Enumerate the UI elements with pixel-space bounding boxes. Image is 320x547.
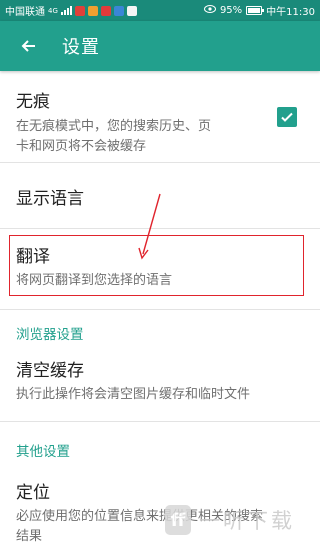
section-header-browser: 浏览器设置 bbox=[16, 327, 84, 343]
network-type: 4G bbox=[48, 6, 58, 15]
battery-icon bbox=[246, 6, 265, 15]
battery-percent: 95% bbox=[219, 5, 243, 16]
setting-title: 无痕 bbox=[16, 92, 50, 112]
setting-incognito[interactable]: 无痕 在无痕模式中，您的搜索历史、页 卡和网页将不会被缓存 bbox=[0, 87, 320, 157]
divider bbox=[0, 421, 320, 422]
eye-icon bbox=[203, 5, 216, 16]
notification-app-icon bbox=[74, 5, 85, 16]
incognito-checkbox[interactable] bbox=[277, 107, 297, 127]
watermark: ff 一听下载 bbox=[165, 500, 315, 540]
annotation-arrow bbox=[138, 193, 161, 260]
divider bbox=[0, 162, 320, 163]
divider bbox=[0, 309, 320, 310]
setting-clear-cache[interactable]: 清空缓存 执行此操作将会清空图片缓存和临时文件 bbox=[0, 356, 320, 405]
page-title: 设置 bbox=[62, 37, 100, 58]
setting-description: 在无痕模式中，您的搜索历史、页 卡和网页将不会被缓存 bbox=[16, 117, 320, 157]
setting-title: 清空缓存 bbox=[16, 361, 84, 381]
notification-app-icon bbox=[113, 5, 124, 16]
desc-line: 卡和网页将不会被缓存 bbox=[16, 139, 147, 154]
watermark-logo: ff bbox=[165, 505, 191, 535]
notification-app-icon bbox=[100, 5, 111, 16]
notification-app-icon bbox=[87, 5, 98, 16]
section-header-other: 其他设置 bbox=[16, 444, 70, 460]
signal-icon bbox=[60, 6, 72, 15]
app-bar: 设置 bbox=[0, 21, 320, 71]
arrow-left-icon[interactable] bbox=[18, 36, 38, 56]
notification-app-icon bbox=[126, 5, 137, 16]
carrier-label: 中国联通 bbox=[5, 7, 45, 18]
status-bar: 中国联通 4G 95% 中午11:30 bbox=[0, 0, 320, 21]
watermark-text: 一听下载 bbox=[199, 509, 295, 533]
clock: 中午11:30 bbox=[266, 7, 315, 18]
check-icon bbox=[281, 112, 293, 122]
setting-description: 执行此操作将会清空图片缓存和临时文件 bbox=[16, 387, 251, 402]
desc-line: 在无痕模式中，您的搜索历史、页 bbox=[16, 119, 212, 134]
